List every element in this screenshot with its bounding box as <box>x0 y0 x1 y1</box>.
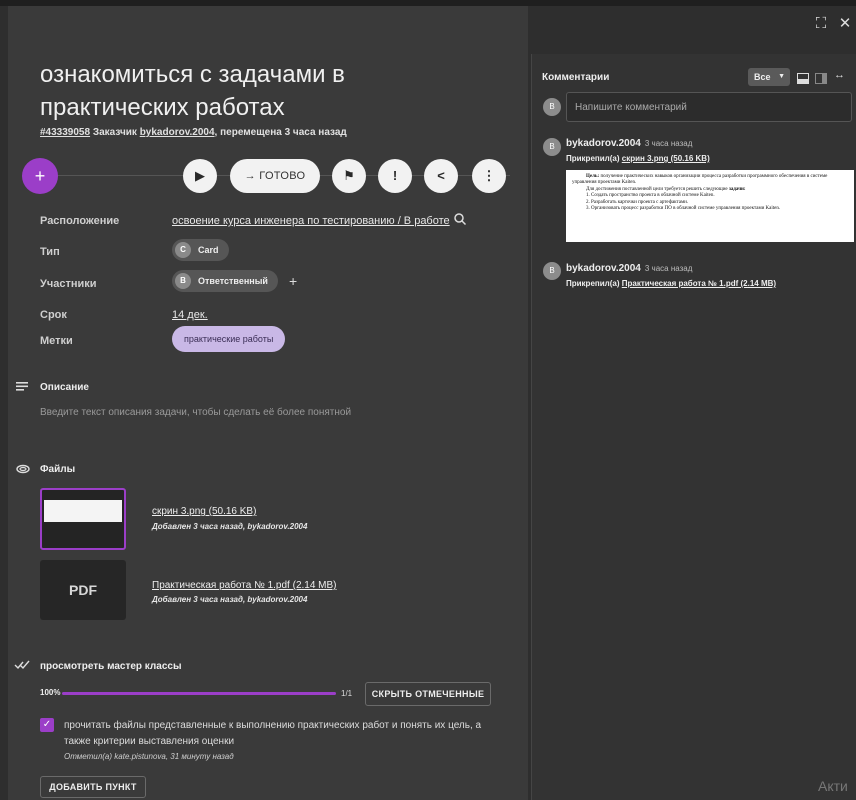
pdf-thumbnail[interactable]: PDF <box>40 560 126 620</box>
checklist-icon <box>14 659 30 674</box>
expand-width-icon[interactable]: ↔ <box>834 69 845 81</box>
alert-button[interactable]: ! <box>378 159 412 193</box>
comment-time: 3 часа назад <box>644 139 693 148</box>
checklist-item-text[interactable]: прочитать файлы представленные к выполне… <box>64 718 484 750</box>
customer-prefix: Заказчик <box>92 127 137 138</box>
add-member-button[interactable]: + <box>289 273 297 289</box>
chevron-down-icon: ▼ <box>778 73 785 80</box>
done-button[interactable]: → ГОТОВО <box>230 159 320 193</box>
search-icon[interactable] <box>453 212 467 226</box>
type-chip[interactable]: C Card <box>172 239 229 261</box>
comment-attachment-link[interactable]: скрин 3.png (50.16 KB) <box>622 154 710 163</box>
attachment-preview-image[interactable]: Цель: получение практических навыков орг… <box>566 170 854 242</box>
preview-task-3: 3. Организовать процесс разработки ПО в … <box>586 206 781 212</box>
members-label: Участники <box>40 278 97 290</box>
image-thumbnail[interactable] <box>40 488 126 550</box>
file-link-screenshot[interactable]: скрин 3.png (50.16 KB) <box>152 506 256 517</box>
file-meta-pdf: Добавлен 3 часа назад, bykadorov.2004 <box>152 595 308 604</box>
checklist-progress-bar <box>62 692 336 695</box>
checklist-item-meta: Отметил(а) kate.pistunova, 31 минуту наз… <box>64 752 234 761</box>
activation-watermark: Акти <box>818 778 848 794</box>
checklist-percent: 100% <box>40 688 61 697</box>
files-heading: Файлы <box>40 464 76 475</box>
play-button[interactable]: ▶ <box>183 159 217 193</box>
add-item-button[interactable]: ДОБАВИТЬ ПУНКТ <box>40 776 146 798</box>
comment-text: Прикрепил(а) Практическая работа № 1.pdf… <box>566 279 777 288</box>
preview-goal: Цель: получение практических навыков орг… <box>572 174 828 186</box>
due-label: Срок <box>40 309 67 321</box>
checklist-count: 1/1 <box>341 689 353 698</box>
user-avatar: B <box>543 98 561 116</box>
comments-filter-value: Все <box>754 72 771 82</box>
add-button[interactable]: + <box>22 158 58 194</box>
comment-author[interactable]: bykadorov.2004 3 часа назад <box>566 263 692 274</box>
moved-text: , перемещена 3 часа назад <box>214 127 347 138</box>
more-button[interactable]: ⋮ <box>472 159 506 193</box>
comment-avatar: B <box>543 138 561 156</box>
description-icon <box>16 381 28 396</box>
type-label: Тип <box>40 246 60 258</box>
tag-chip[interactable]: практические работы <box>172 326 286 352</box>
flag-button[interactable]: ⚑ <box>332 159 366 193</box>
description-placeholder[interactable]: Введите текст описания задачи, чтобы сде… <box>40 407 351 418</box>
close-icon[interactable]: ✕ <box>836 15 854 33</box>
description-heading: Описание <box>40 382 89 393</box>
panel-side-icon[interactable] <box>815 71 827 84</box>
card-main-panel <box>8 6 528 800</box>
member-chip[interactable]: В Ответственный <box>172 270 278 292</box>
comment-time: 3 часа назад <box>644 264 693 273</box>
file-link-pdf[interactable]: Практическая работа № 1.pdf (2.14 MB) <box>152 580 337 591</box>
thumbnail-preview <box>44 500 122 522</box>
fullscreen-icon[interactable]: ⛶ <box>812 15 830 33</box>
comment-avatar: B <box>543 262 561 280</box>
file-meta-screenshot: Добавлен 3 часа назад, bykadorov.2004 <box>152 522 308 531</box>
type-avatar: C <box>175 242 191 258</box>
hide-checked-button[interactable]: СКРЫТЬ ОТМЕЧЕННЫЕ <box>365 682 491 706</box>
member-avatar: В <box>175 273 191 289</box>
location-label: Расположение <box>40 215 120 227</box>
card-id-link[interactable]: #43339058 <box>40 127 90 138</box>
share-button[interactable]: < <box>424 159 458 193</box>
comments-filter-select[interactable]: Все ▼ <box>748 68 790 86</box>
panel-bottom-icon[interactable] <box>797 71 809 84</box>
location-link[interactable]: освоение курса инженера по тестированию … <box>172 215 450 227</box>
comments-panel <box>531 54 856 800</box>
comment-text: Прикрепил(а) скрин 3.png (50.16 KB) <box>566 154 710 163</box>
checklist-title[interactable]: просмотреть мастер классы <box>40 661 182 672</box>
due-date[interactable]: 14 дек. <box>172 309 208 321</box>
card-title[interactable]: ознакомиться с задачами в практических р… <box>40 58 460 124</box>
card-meta: #43339058 Заказчик bykadorov.2004, перем… <box>40 127 347 138</box>
paperclip-icon <box>16 463 30 478</box>
comments-title: Комментарии <box>542 72 610 83</box>
checklist-item-checkbox[interactable]: ✓ <box>40 718 54 732</box>
comment-author[interactable]: bykadorov.2004 3 часа назад <box>566 138 692 149</box>
pdf-label: PDF <box>69 582 97 598</box>
type-value: Card <box>198 245 219 255</box>
comment-input[interactable]: Напишите комментарий <box>566 92 852 122</box>
customer-link[interactable]: bykadorov.2004 <box>140 127 215 138</box>
comment-attachment-link[interactable]: Практическая работа № 1.pdf (2.14 MB) <box>622 279 776 288</box>
tags-label: Метки <box>40 335 73 347</box>
member-value: Ответственный <box>198 276 268 286</box>
